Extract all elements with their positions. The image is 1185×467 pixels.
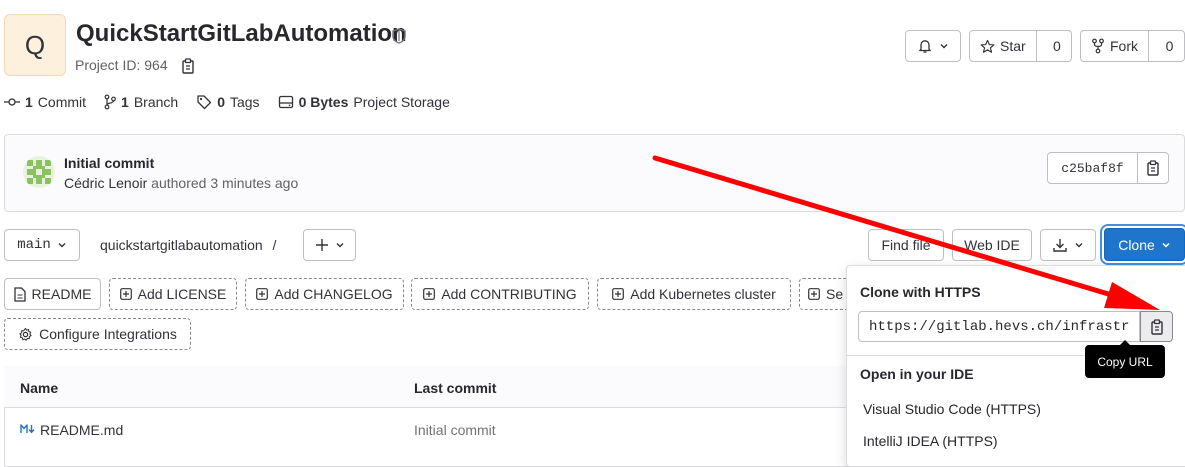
tags-count: 0 — [217, 94, 225, 110]
copy-icon — [1146, 160, 1160, 176]
fork-icon — [1091, 38, 1105, 54]
path-separator: / — [272, 237, 277, 253]
open-intellij-https-item[interactable]: IntelliJ IDEA (HTTPS) — [863, 433, 998, 449]
file-icon — [13, 286, 26, 302]
markdown-icon — [20, 424, 36, 434]
add-to-tree-button[interactable] — [303, 229, 356, 261]
commits-count: 1 — [25, 94, 33, 110]
clone-button[interactable]: Clone — [1104, 228, 1185, 261]
copy-icon — [1150, 318, 1164, 335]
configure-integrations-label: Configure Integrations — [39, 326, 177, 342]
add-contributing-button[interactable]: Add CONTRIBUTING — [411, 278, 589, 310]
commit-sha[interactable]: c25baf8f — [1048, 153, 1138, 183]
commit-title[interactable]: Initial commit — [64, 155, 154, 171]
add-contributing-label: Add CONTRIBUTING — [441, 286, 577, 302]
branches-stat[interactable]: 1 Branch — [104, 94, 178, 110]
repo-breadcrumb: quickstartgitlabautomation / — [100, 237, 276, 253]
add-changelog-button[interactable]: Add CHANGELOG — [245, 278, 404, 310]
tags-label: Tags — [229, 94, 260, 110]
storage-label: Project Storage — [353, 94, 450, 110]
star-button[interactable]: Star 0 — [969, 30, 1072, 62]
notification-button[interactable] — [905, 30, 961, 62]
author-avatar[interactable] — [23, 156, 55, 188]
readme-label: README — [31, 286, 92, 302]
branches-label: Branch — [133, 94, 179, 110]
commit-time: authored 3 minutes ago — [151, 175, 299, 191]
commits-stat[interactable]: 1 Commit — [4, 94, 86, 110]
tag-icon — [196, 94, 212, 110]
commit-icon — [4, 97, 20, 107]
branches-count: 1 — [121, 94, 129, 110]
chevron-down-icon — [1161, 240, 1171, 250]
storage-icon — [278, 95, 294, 109]
download-icon — [1052, 237, 1068, 253]
branch-selector[interactable]: main — [4, 229, 80, 261]
plus-icon — [315, 238, 329, 252]
storage-stat[interactable]: 0 Bytes Project Storage — [278, 94, 450, 110]
clone-https-heading: Clone with HTTPS — [860, 284, 981, 300]
commit-sha-group: c25baf8f — [1047, 152, 1169, 184]
open-in-ide-heading: Open in your IDE — [860, 366, 974, 382]
web-ide-button[interactable]: Web IDE — [952, 229, 1032, 261]
copy-url-button[interactable] — [1140, 311, 1173, 342]
branch-name: main — [17, 237, 51, 253]
fork-count[interactable]: 0 — [1155, 31, 1184, 61]
chevron-down-icon — [1074, 240, 1084, 250]
fork-button[interactable]: Fork 0 — [1080, 30, 1185, 62]
chevron-down-icon — [939, 41, 949, 51]
dropdown-divider — [847, 355, 1085, 356]
tags-stat[interactable]: 0 Tags — [196, 94, 260, 110]
chevron-down-icon — [57, 240, 67, 250]
project-title[interactable]: QuickStartGitLabAutomation — [76, 20, 407, 48]
copy-url-tooltip: Copy URL — [1085, 340, 1165, 378]
configure-integrations-button[interactable]: Configure Integrations — [4, 318, 191, 350]
setup-ci-label: Se — [826, 286, 844, 302]
plus-square-icon — [256, 288, 269, 300]
fork-label: Fork — [1110, 38, 1138, 54]
clone-label: Clone — [1118, 236, 1155, 253]
star-icon — [980, 39, 995, 54]
table-row-file-name[interactable]: README.md — [40, 422, 123, 438]
copy-project-id-icon[interactable] — [181, 58, 195, 74]
download-button[interactable] — [1040, 229, 1096, 261]
open-vscode-https-item[interactable]: Visual Studio Code (HTTPS) — [863, 401, 1041, 417]
branch-icon — [104, 94, 116, 110]
table-row-last-commit[interactable]: Initial commit — [414, 422, 496, 438]
add-kubernetes-label: Add Kubernetes cluster — [630, 286, 776, 302]
add-changelog-label: Add CHANGELOG — [274, 286, 393, 302]
https-url-field[interactable]: https://gitlab.hevs.ch/infrastr — [858, 311, 1140, 342]
commit-author[interactable]: Cédric Lenoir — [64, 175, 147, 191]
plus-square-icon — [423, 288, 436, 300]
star-label: Star — [1000, 38, 1026, 54]
chevron-down-icon — [335, 240, 345, 250]
project-id: Project ID: 964 — [75, 57, 168, 73]
last-commit-panel — [4, 134, 1185, 212]
copy-sha-button[interactable] — [1138, 153, 1168, 183]
plus-square-icon — [119, 288, 132, 300]
bell-icon — [917, 38, 933, 54]
gear-icon — [18, 327, 33, 342]
find-file-button[interactable]: Find file — [868, 229, 944, 261]
project-stats: 1 Commit 1 Branch 0 Tags 0 Bytes Project… — [4, 94, 450, 110]
storage-size: 0 Bytes — [298, 94, 349, 110]
column-header-name: Name — [20, 380, 59, 396]
plus-square-icon — [612, 288, 625, 300]
column-header-last-commit: Last commit — [414, 380, 497, 396]
commits-label: Commit — [37, 94, 87, 110]
add-license-button[interactable]: Add LICENSE — [109, 278, 237, 310]
shield-icon — [392, 28, 406, 44]
add-license-label: Add LICENSE — [137, 286, 227, 302]
add-kubernetes-button[interactable]: Add Kubernetes cluster — [597, 278, 791, 310]
plus-square-icon — [808, 288, 820, 300]
project-avatar: Q — [4, 14, 66, 76]
readme-button[interactable]: README — [4, 278, 101, 310]
star-count[interactable]: 0 — [1043, 31, 1071, 61]
commit-meta: Cédric Lenoir authored 3 minutes ago — [64, 175, 298, 191]
repo-path-link[interactable]: quickstartgitlabautomation — [100, 237, 263, 253]
